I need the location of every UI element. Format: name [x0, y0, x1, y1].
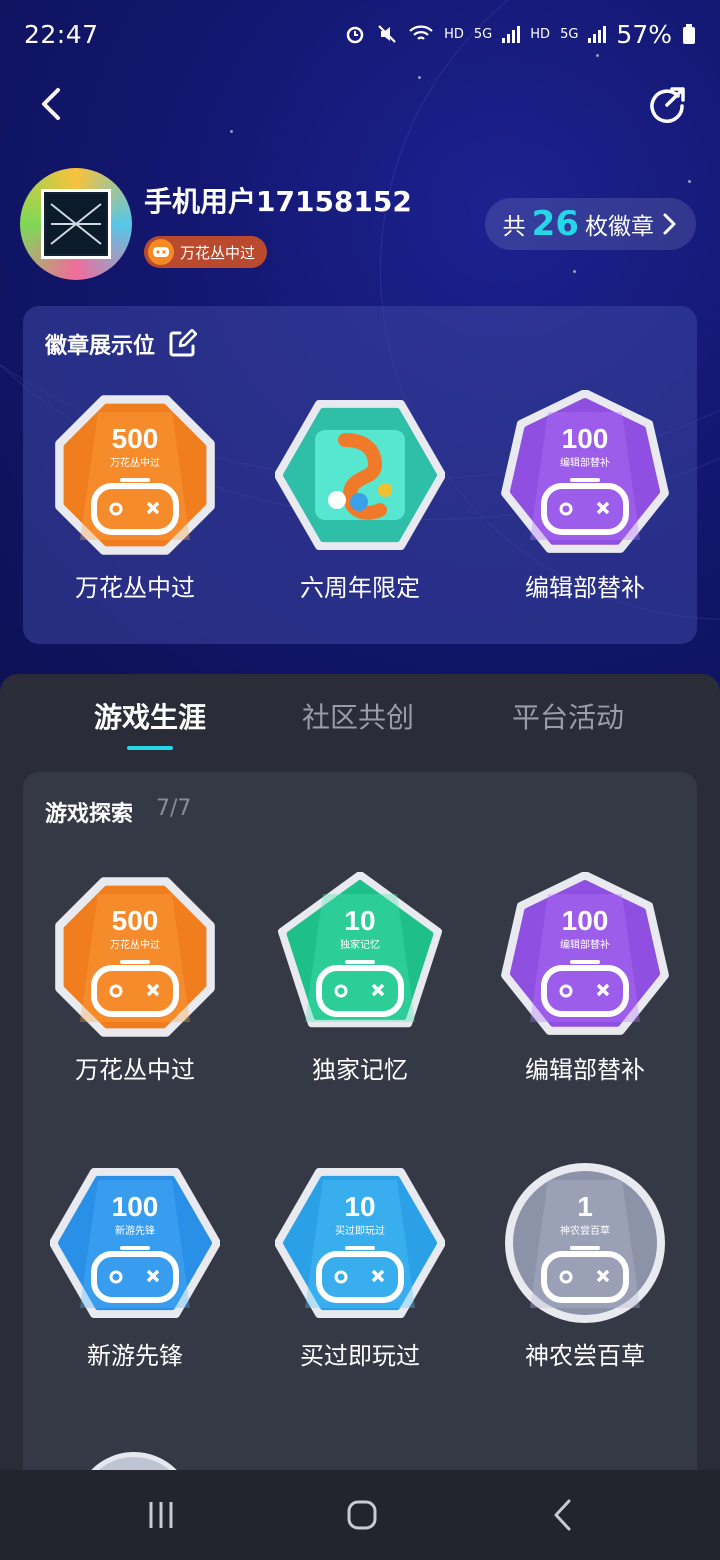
network-label: 5G [473, 26, 493, 42]
network-label: 5G [560, 26, 579, 42]
badge-number: 500 [112, 905, 159, 936]
badge-name: 神农尝百草 [525, 1342, 645, 1370]
badge-number: 1 [577, 1191, 593, 1222]
network-label: HD [530, 26, 551, 42]
badge-emblem [275, 400, 445, 550]
signal-icon [588, 25, 607, 43]
username: 手机用户17158152 [144, 185, 412, 218]
badge-item[interactable]: 500 万花丛中过 万花丛中过 [23, 872, 247, 1085]
badge-item[interactable]: 1 神农尝百草 神农尝百草 [473, 1158, 697, 1371]
chevron-left-icon [42, 88, 60, 120]
tab-game-career[interactable]: 游戏生涯 [94, 696, 206, 736]
badge-subtitle: 编辑部替补 [560, 456, 610, 469]
badge-number: 100 [562, 423, 609, 454]
battery-percent: 57% [616, 19, 672, 49]
share-icon [650, 87, 685, 123]
badge-emblem: 10 买过即玩过 [275, 1168, 445, 1318]
badge-emblem: 10 独家记忆 [278, 872, 442, 1028]
badge-item[interactable]: 100 编辑部替补 编辑部替补 [473, 872, 697, 1085]
badge-number: 500 [112, 423, 159, 454]
badge-name: 独家记忆 [312, 1056, 408, 1084]
recents-button[interactable] [138, 1492, 184, 1538]
badge-number: 10 [344, 905, 375, 936]
badge-name: 新游先锋 [87, 1342, 183, 1370]
chevron-right-icon [663, 213, 676, 235]
badge-emblem: 100 编辑部替补 [501, 390, 669, 553]
badge-number: 10 [344, 1191, 375, 1222]
badge-item[interactable]: 10 买过即玩过 买过即玩过 [248, 1158, 472, 1371]
share-button[interactable] [644, 80, 692, 128]
system-back-button[interactable] [540, 1492, 586, 1538]
badge-count-number: 26 [531, 204, 579, 244]
user-tag-label: 万花丛中过 [180, 243, 256, 262]
badge-showcase-panel: 徽章展示位 500 万花丛中过 万花丛中过 六周年限定 100 编辑部替补 编辑部替补 [23, 306, 697, 644]
showcase-title-text: 徽章展示位 [45, 334, 156, 359]
badge-item[interactable]: 10 独家记忆 独家记忆 [248, 872, 472, 1085]
badge-subtitle: 新游先锋 [115, 1224, 155, 1237]
back-button[interactable] [28, 80, 76, 128]
tab-community[interactable]: 社区共创 [302, 696, 414, 736]
signal-icon [502, 25, 521, 43]
system-nav-bar [0, 1470, 720, 1560]
status-time: 22:47 [24, 19, 99, 49]
badge-subtitle: 独家记忆 [340, 938, 380, 951]
avatar-image [41, 189, 111, 259]
recents-icon [149, 1502, 173, 1528]
badge-emblem: 100 编辑部替补 [501, 872, 669, 1035]
badge-emblem: 1 神农尝百草 [505, 1163, 665, 1323]
status-icons: HD 5G HD 5G 57% [344, 20, 696, 49]
badge-name: 六周年限定 [300, 574, 420, 602]
badge-subtitle: 编辑部替补 [560, 938, 610, 951]
badge-item[interactable]: 100 编辑部替补 编辑部替补 [473, 390, 697, 603]
back-icon [554, 1499, 571, 1531]
badge-subtitle: 万花丛中过 [110, 456, 160, 469]
battery-icon [683, 24, 695, 44]
badge-name: 万花丛中过 [75, 1056, 195, 1084]
gamepad-icon [148, 239, 174, 265]
badge-item[interactable]: 500 万花丛中过 万花丛中过 [23, 390, 247, 603]
active-tab-indicator [127, 746, 173, 750]
game-explore-section: 游戏探索 7/7 500 万花丛中过 万花丛中过 10 独家记忆 独家记忆 100 编辑部替补… [23, 772, 697, 1560]
badge-emblem: 500 万花丛中过 [55, 395, 215, 555]
badge-item[interactable]: 六周年限定 [248, 390, 472, 603]
tab-platform-activity[interactable]: 平台活动 [512, 696, 624, 736]
badge-item[interactable]: 100 新游先锋 新游先锋 [23, 1158, 247, 1371]
badge-number: 100 [562, 905, 609, 936]
badge-emblem: 100 新游先锋 [50, 1168, 220, 1318]
badge-count-prefix: 共 [502, 214, 526, 240]
badge-subtitle: 万花丛中过 [110, 938, 160, 951]
alarm-icon [346, 26, 364, 44]
badge-name: 买过即玩过 [300, 1342, 420, 1370]
status-bar: 22:47 HD 5G HD 5G 57% [0, 0, 720, 68]
avatar[interactable] [20, 168, 132, 280]
edit-icon[interactable] [167, 329, 198, 359]
user-title-tag[interactable]: 万花丛中过 [144, 236, 268, 268]
section-progress: 7/7 [156, 796, 192, 821]
badge-name: 编辑部替补 [525, 574, 645, 602]
badge-count-button[interactable]: 共 26 枚徽章 [484, 198, 696, 250]
badge-subtitle: 买过即玩过 [335, 1224, 385, 1237]
wifi-icon [409, 25, 433, 40]
badge-subtitle: 神农尝百草 [560, 1224, 610, 1237]
badge-count-suffix: 枚徽章 [585, 214, 654, 240]
category-tabs: 游戏生涯 社区共创 平台活动 [0, 674, 720, 754]
home-button[interactable] [339, 1492, 385, 1538]
badge-number: 100 [112, 1191, 159, 1222]
network-label: HD [444, 26, 464, 42]
mute-icon [378, 25, 396, 43]
showcase-title: 徽章展示位 [45, 328, 198, 360]
badge-emblem: 500 万花丛中过 [55, 877, 215, 1037]
badge-name: 编辑部替补 [525, 1056, 645, 1084]
section-title: 游戏探索 [45, 802, 134, 827]
badge-name: 万花丛中过 [75, 574, 195, 602]
home-icon [347, 1500, 377, 1530]
badge-category-sheet: 游戏生涯 社区共创 平台活动 游戏探索 7/7 500 万花丛中过 万花丛中过 10 独… [0, 674, 720, 1560]
